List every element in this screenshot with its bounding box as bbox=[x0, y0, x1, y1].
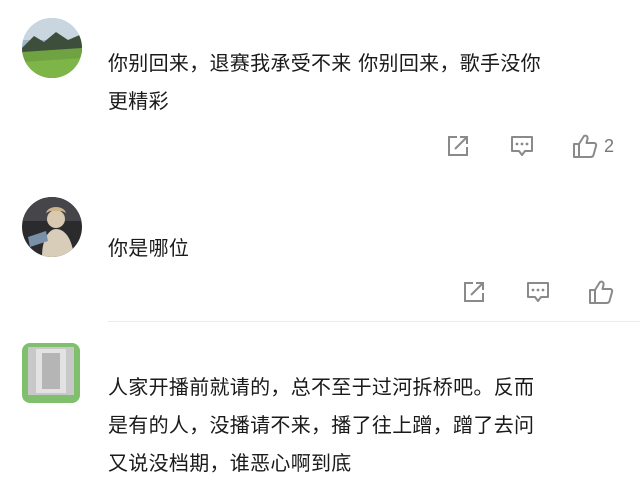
comment-text: 你是哪位 bbox=[108, 236, 190, 260]
thumbs-up-icon bbox=[573, 134, 598, 158]
divider bbox=[108, 321, 640, 322]
comment-item: 你是哪位 bbox=[0, 175, 640, 325]
reply-button[interactable] bbox=[510, 131, 534, 161]
share-button[interactable] bbox=[446, 131, 470, 161]
like-count: 2 bbox=[604, 135, 615, 156]
share-icon bbox=[448, 136, 468, 156]
comment-item: 人家开播前就请的，总不至于过河拆桥吧。反而 是有的人，没播请不来，播了往上蹭，蹭… bbox=[0, 325, 640, 492]
user-avatar[interactable] bbox=[22, 197, 82, 257]
comment-actions bbox=[440, 277, 630, 307]
comment-item: 你别回来，退赛我承受不来 你别回来，歌手没你 更精彩 2 bbox=[0, 0, 640, 175]
thumbs-up-icon bbox=[589, 280, 614, 304]
comment-actions: 2 bbox=[440, 131, 630, 161]
landscape-avatar-icon bbox=[22, 18, 82, 78]
share-icon bbox=[464, 282, 484, 302]
like-button[interactable] bbox=[588, 277, 620, 307]
comment-icon bbox=[527, 282, 549, 302]
reply-button[interactable] bbox=[526, 277, 550, 307]
share-button[interactable] bbox=[462, 277, 486, 307]
user-avatar[interactable] bbox=[22, 343, 80, 403]
comment-icon bbox=[511, 136, 533, 156]
gray-green-avatar-icon bbox=[22, 343, 80, 403]
person-photo-avatar-icon bbox=[22, 197, 82, 257]
user-avatar[interactable] bbox=[22, 18, 82, 78]
like-button[interactable]: 2 bbox=[572, 131, 614, 161]
comment-text: 人家开播前就请的，总不至于过河拆桥吧。反而 是有的人，没播请不来，播了往上蹭，蹭… bbox=[108, 375, 535, 475]
comment-text: 你别回来，退赛我承受不来 你别回来，歌手没你 更精彩 bbox=[108, 51, 541, 113]
